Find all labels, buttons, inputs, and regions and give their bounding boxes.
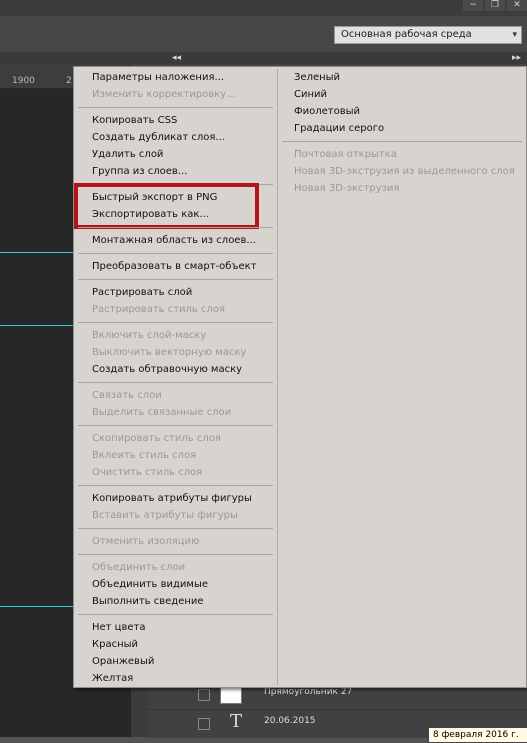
menu-item-rasterize-layer[interactable]: Растрировать слой [92, 284, 192, 301]
menu-item-color-red[interactable]: Красный [92, 636, 138, 653]
menu-separator [78, 322, 273, 323]
guide-line [0, 325, 75, 326]
menu-item-create-clipping-mask[interactable]: Создать обтравочную маску [92, 361, 242, 378]
guide-line [0, 606, 75, 607]
menu-item-clear-layer-style: Очистить стиль слоя [92, 467, 203, 478]
menu-separator [78, 485, 273, 486]
menu-item-merge-layers: Объединить слои [92, 562, 186, 573]
menu-item-color-blue[interactable]: Синий [294, 86, 327, 103]
workspace-dropdown[interactable]: Основная рабочая среда ▾ [334, 26, 522, 44]
menu-item-flatten-image[interactable]: Выполнить сведение [92, 593, 204, 610]
menu-separator [78, 279, 273, 280]
ruler-tick: 2 [66, 76, 72, 86]
restore-icon[interactable]: ❐ [485, 0, 505, 11]
menu-item-link-layers: Связать слои [92, 390, 162, 401]
menu-item-artboard-from-layers[interactable]: Монтажная область из слоев... [92, 232, 256, 249]
ruler-tick: 1900 [12, 76, 35, 86]
menu-item-select-linked-layers: Выделить связанные слои [92, 407, 232, 418]
menu-item-color-gray[interactable]: Градации серого [294, 120, 384, 137]
menu-item-group-from-layers[interactable]: Группа из слоев... [92, 163, 187, 180]
menu-separator [282, 141, 522, 142]
menu-item-copy-layer-style: Скопировать стиль слоя [92, 433, 221, 444]
title-bar: − ❐ ✕ [0, 0, 527, 16]
menu-column-divider [277, 69, 278, 685]
collapse-left-icon[interactable]: ◂◂ [172, 53, 181, 63]
minimize-icon[interactable]: − [463, 0, 483, 11]
panel-dock-strip: ◂◂ ▸▸ [0, 52, 527, 64]
menu-item-color-none[interactable]: Нет цвета [92, 619, 145, 636]
menu-separator [78, 554, 273, 555]
menu-item-3d-extrusion: Новая 3D-экструзия [294, 183, 400, 194]
highlight-frame [74, 183, 259, 229]
visibility-icon[interactable] [198, 689, 210, 701]
menu-item-color-yellow[interactable]: Желтая [92, 670, 133, 687]
menu-item-convert-smart-object[interactable]: Преобразовать в смарт-объект [92, 258, 257, 275]
menu-separator [78, 528, 273, 529]
menu-item-release-isolation: Отменить изоляцию [92, 536, 200, 547]
menu-item-edit-adjustment: Изменить корректировку... [92, 89, 236, 100]
options-bar: Основная рабочая среда ▾ [0, 16, 527, 53]
layer-context-menu: Параметры наложения... Изменить корректи… [73, 66, 527, 688]
menu-item-enable-layer-mask: Включить слой-маску [92, 330, 207, 341]
menu-item-paste-shape-attributes: Вставить атрибуты фигуры [92, 510, 238, 521]
menu-item-postcard: Почтовая открытка [294, 149, 397, 160]
menu-item-merge-visible[interactable]: Объединить видимые [92, 576, 208, 593]
menu-item-paste-layer-style: Вклеить стиль слоя [92, 450, 197, 461]
menu-separator [78, 614, 273, 615]
menu-item-duplicate-layer[interactable]: Создать дубликат слоя... [92, 129, 225, 146]
menu-item-disable-vector-mask: Выключить векторную маску [92, 347, 247, 358]
menu-separator [78, 425, 273, 426]
layer-name: 20.06.2015 [264, 716, 316, 726]
chevron-down-icon: ▾ [512, 30, 517, 40]
tooltip: 8 февраля 2016 г. [428, 727, 527, 743]
menu-item-copy-shape-attributes[interactable]: Копировать атрибуты фигуры [92, 490, 252, 507]
menu-item-delete-layer[interactable]: Удалить слой [92, 146, 163, 163]
layer-thumbnail [220, 686, 242, 704]
collapse-right-icon[interactable]: ▸▸ [512, 53, 521, 63]
text-layer-icon: T [230, 711, 243, 732]
guide-line [0, 252, 75, 253]
workspace-label: Основная рабочая среда [341, 29, 472, 40]
menu-item-blending-options[interactable]: Параметры наложения... [92, 69, 224, 86]
menu-separator [78, 253, 273, 254]
close-icon[interactable]: ✕ [507, 0, 527, 11]
menu-item-3d-extrusion-selected: Новая 3D-экструзия из выделенного слоя [294, 166, 515, 177]
menu-separator [78, 107, 273, 108]
menu-item-color-violet[interactable]: Фиолетовый [294, 103, 360, 120]
menu-separator [78, 227, 273, 228]
menu-item-copy-css[interactable]: Копировать CSS [92, 112, 177, 129]
menu-item-rasterize-layer-style: Растрировать стиль слоя [92, 304, 226, 315]
window-controls: − ❐ ✕ [463, 0, 527, 12]
visibility-icon[interactable] [198, 718, 210, 730]
menu-separator [78, 382, 273, 383]
menu-item-color-orange[interactable]: Оранжевый [92, 653, 154, 670]
layer-name: Прямоугольник 27 [264, 687, 353, 697]
menu-item-color-green[interactable]: Зеленый [294, 69, 340, 86]
